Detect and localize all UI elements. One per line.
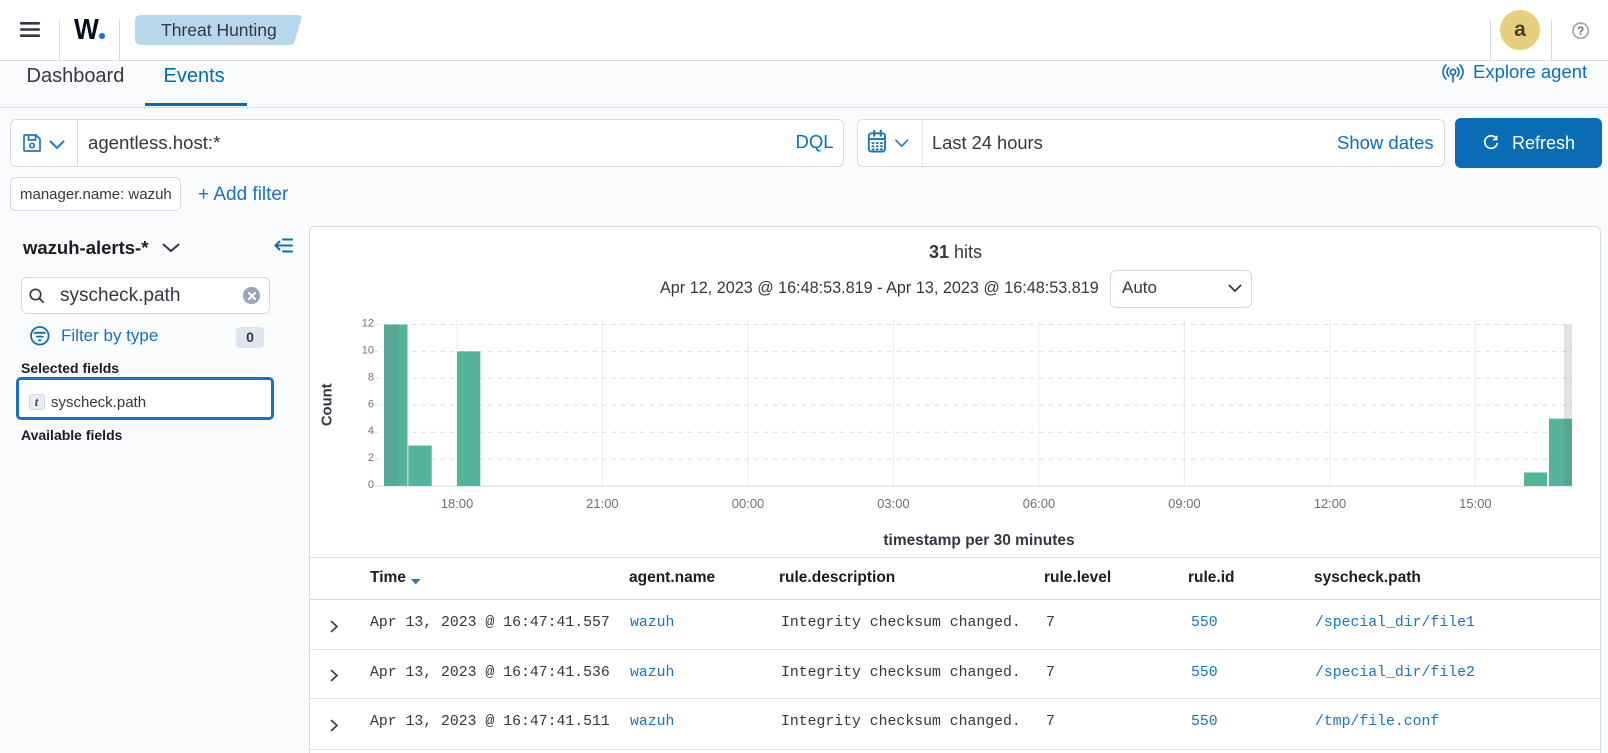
svg-text:06:00: 06:00 [1023, 496, 1056, 511]
svg-text:03:00: 03:00 [877, 496, 910, 511]
svg-text:Count: Count [320, 383, 336, 426]
svg-text:10: 10 [362, 344, 374, 356]
svg-text:?: ? [1577, 26, 1584, 38]
svg-text:timestamp per 30 minutes: timestamp per 30 minutes [883, 532, 1074, 549]
svg-text:18:00: 18:00 [441, 496, 474, 511]
svg-text:09:00: 09:00 [1168, 496, 1201, 511]
svg-text:12:00: 12:00 [1314, 496, 1347, 511]
svg-text:15:00: 15:00 [1459, 496, 1492, 511]
svg-text:00:00: 00:00 [732, 496, 765, 511]
svg-text:6: 6 [368, 398, 374, 410]
svg-text:8: 8 [368, 371, 374, 383]
svg-text:Threat Hunting: Threat Hunting [161, 20, 277, 40]
svg-text:4: 4 [368, 425, 374, 437]
svg-text:2: 2 [368, 452, 374, 464]
svg-text:0: 0 [368, 479, 374, 491]
svg-text:21:00: 21:00 [586, 496, 619, 511]
svg-text:12: 12 [362, 318, 374, 330]
